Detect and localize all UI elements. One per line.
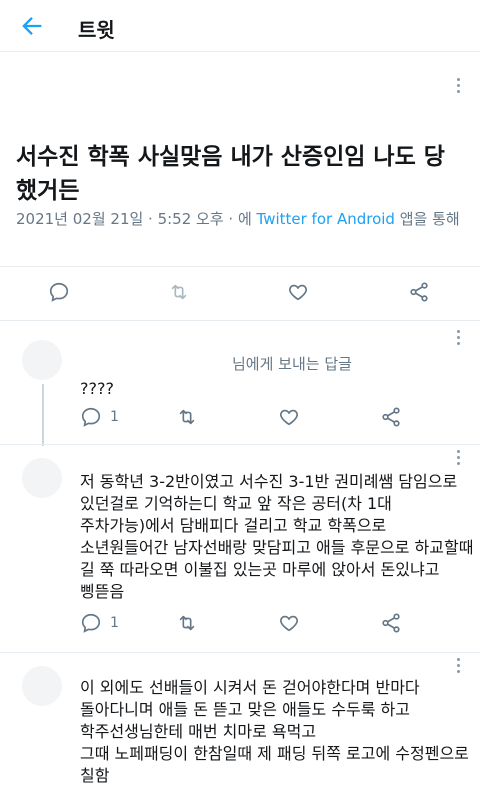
reply-line: 주차가능)에서 담배피다 걸리고 학교 학폭으로: [80, 516, 387, 535]
reply-text: ????: [80, 379, 114, 398]
more-vertical-icon[interactable]: [455, 78, 461, 96]
avatar[interactable]: [22, 666, 62, 706]
reply-line: 길 쭉 따라오면 이불집 있는곳 마루에 앉아서 돈있냐고: [80, 560, 440, 579]
tweet-actions: [0, 281, 480, 311]
divider: [0, 320, 480, 321]
more-vertical-icon[interactable]: [455, 330, 461, 348]
reply-line: 저 동학년 3-2반이였고 서수진 3-1반 권미례쌤 담임으로: [80, 472, 458, 491]
avatar[interactable]: [22, 458, 62, 498]
reply-line: 있던걸로 기억하는디 학교 앞 작은 공터(차 1대: [80, 494, 392, 513]
share-icon[interactable]: [380, 406, 406, 432]
tweet-source-suffix: 앱을 통해: [394, 210, 460, 228]
more-vertical-icon[interactable]: [455, 658, 461, 676]
reply-count: 1: [110, 409, 119, 425]
tweet-source-link[interactable]: Twitter for Android: [257, 210, 395, 228]
tweet-text: 서수진 학폭 사실맞음 내가 산증인임 나도 당했거든: [16, 144, 445, 204]
reply-line: 소년원들어간 남자선배랑 맞담피고 애들 후문으로 하교할때: [80, 538, 474, 557]
reply-text: 저 동학년 3-2반이였고 서수진 3-1반 권미례쌤 담임으로 있던걸로 기억…: [80, 471, 476, 603]
reply-line: 돌아다니며 애들 돈 뜯고 맞은 애들도 수두룩 하고: [80, 700, 411, 719]
reply-icon[interactable]: [80, 612, 106, 638]
divider: [0, 444, 480, 445]
reply-count: 1: [110, 615, 119, 631]
divider: [0, 652, 480, 653]
reply-line: 칠함: [80, 766, 110, 785]
reply-text: 이 외에도 선배들이 시켜서 돈 걷어야한다며 반마다 돌아다니며 애들 돈 뜯…: [80, 677, 476, 787]
retweet-icon[interactable]: [168, 281, 194, 307]
avatar[interactable]: [22, 340, 62, 380]
page-title: 트윗: [78, 18, 115, 42]
reply-line: 이 외에도 선배들이 시켜서 돈 걷어야한다며 반마다: [80, 678, 420, 697]
tweet-datetime: 2021년 02월 21일 · 5:52 오후 · 에: [16, 210, 257, 228]
reply-icon[interactable]: [80, 406, 106, 432]
like-icon[interactable]: [278, 612, 304, 638]
reply-icon[interactable]: [48, 281, 74, 307]
reply-line: 학주선생님한테 매번 치마로 욕먹고: [80, 722, 317, 741]
more-vertical-icon[interactable]: [455, 450, 461, 468]
like-icon[interactable]: [287, 281, 313, 307]
retweet-icon[interactable]: [176, 612, 202, 638]
like-icon[interactable]: [278, 406, 304, 432]
reply-actions: 1: [0, 612, 480, 642]
reply-actions: 1: [0, 406, 480, 436]
back-arrow-icon[interactable]: [18, 12, 46, 40]
top-bar: 트윗: [0, 0, 480, 52]
divider: [0, 266, 480, 267]
reply-to-label: 님에게 보내는 답글: [232, 355, 352, 373]
share-icon[interactable]: [380, 612, 406, 638]
reply-line: 삥뜯음: [80, 582, 125, 601]
reply-line: 그때 노페패딩이 한참일때 제 패딩 뒤쪽 로고에 수정펜으로: [80, 744, 469, 763]
tweet-meta: 2021년 02월 21일 · 5:52 오후 · 에 Twitter for …: [16, 208, 466, 231]
retweet-icon[interactable]: [176, 406, 202, 432]
share-icon[interactable]: [408, 281, 434, 307]
